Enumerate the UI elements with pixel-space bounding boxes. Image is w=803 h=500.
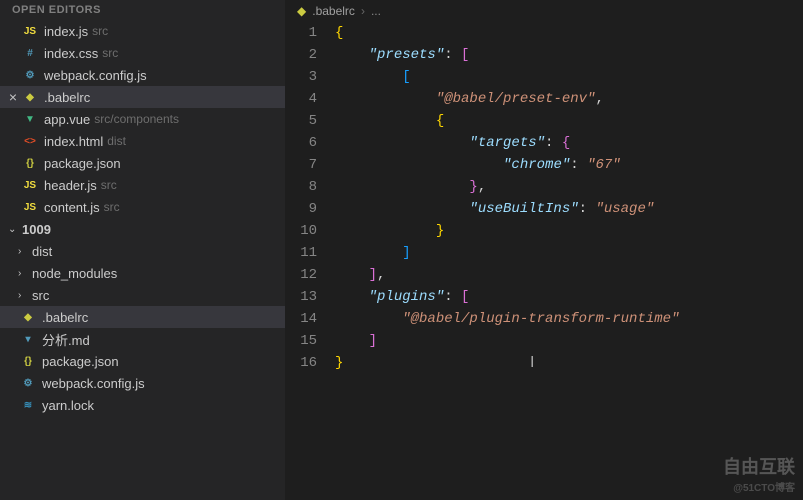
chevron-right-icon: › [18,268,30,279]
explorer-file-item[interactable]: ◆ .babelrc [0,306,285,328]
breadcrumb-rest: ... [371,4,381,18]
project-root[interactable]: ⌄ 1009 [0,218,285,240]
file-name: index.html [44,134,103,149]
file-name: webpack.config.js [44,68,147,83]
json-icon: {} [20,353,36,369]
open-editor-item[interactable]: JS header.js src [0,174,285,196]
file-name: index.js [44,24,88,39]
line-gutter: 12345678910111213141516 [285,22,335,500]
code-editor[interactable]: 12345678910111213141516 { "presets": [ [… [285,22,803,500]
file-name: .babelrc [44,90,90,105]
open-editor-item[interactable]: ▼ app.vue src/components [0,108,285,130]
folder-item[interactable]: ›dist [0,240,285,262]
file-name: package.json [42,354,119,369]
babel-icon: ◆ [20,309,36,325]
file-name: package.json [44,156,121,171]
vue-icon: ▼ [22,111,38,127]
chevron-right-icon: › [361,4,365,18]
open-editor-item[interactable]: ×◆ .babelrc [0,86,285,108]
file-dir: src/components [94,112,179,126]
breadcrumb[interactable]: ◆ .babelrc › ... [285,0,803,22]
code-body[interactable]: { "presets": [ [ "@babel/preset-env", { … [335,22,803,500]
open-editor-item[interactable]: <> index.html dist [0,130,285,152]
js-icon: JS [22,199,38,215]
folder-name: node_modules [32,266,117,281]
open-editor-item[interactable]: {} package.json [0,152,285,174]
gear-icon: ⚙ [20,375,36,391]
file-name: webpack.config.js [42,376,145,391]
folder-name: src [32,288,49,303]
js-icon: JS [22,23,38,39]
project-name: 1009 [22,222,51,237]
close-icon[interactable]: × [4,89,22,105]
file-name: header.js [44,178,97,193]
md-icon: ▾ [20,331,36,347]
chevron-right-icon: › [18,246,30,257]
file-dir: src [102,46,118,60]
html-icon: <> [22,133,38,149]
breadcrumb-file: .babelrc [312,4,355,18]
file-name: .babelrc [42,310,88,325]
folder-item[interactable]: ›src [0,284,285,306]
json-icon: {} [22,155,38,171]
file-name: yarn.lock [42,398,94,413]
editor-area: ◆ .babelrc › ... 12345678910111213141516… [285,0,803,500]
sidebar: OPEN EDITORS JS index.js src # index.css src ⚙… [0,0,285,500]
js-icon: JS [22,177,38,193]
file-name: 分析.md [42,330,90,349]
file-name: content.js [44,200,100,215]
explorer-file-item[interactable]: ▾ 分析.md [0,328,285,350]
babel-icon: ◆ [22,89,38,105]
file-name: index.css [44,46,98,61]
file-dir: src [92,24,108,38]
folder-item[interactable]: ›node_modules [0,262,285,284]
open-editors-header: OPEN EDITORS [0,0,285,20]
file-dir: src [104,200,120,214]
explorer-file-item[interactable]: {} package.json [0,350,285,372]
open-editor-item[interactable]: JS content.js src [0,196,285,218]
folder-name: dist [32,244,52,259]
file-dir: dist [107,134,126,148]
explorer-file-item[interactable]: ≋ yarn.lock [0,394,285,416]
file-dir: src [101,178,117,192]
yarn-icon: ≋ [20,397,36,413]
open-editor-item[interactable]: JS index.js src [0,20,285,42]
explorer-file-item[interactable]: ⚙ webpack.config.js [0,372,285,394]
chevron-down-icon: ⌄ [8,224,20,235]
gear-icon: ⚙ [22,67,38,83]
open-editor-item[interactable]: ⚙ webpack.config.js [0,64,285,86]
hash-icon: # [22,45,38,61]
babel-icon: ◆ [297,4,306,18]
chevron-right-icon: › [18,290,30,301]
file-name: app.vue [44,112,90,127]
open-editor-item[interactable]: # index.css src [0,42,285,64]
